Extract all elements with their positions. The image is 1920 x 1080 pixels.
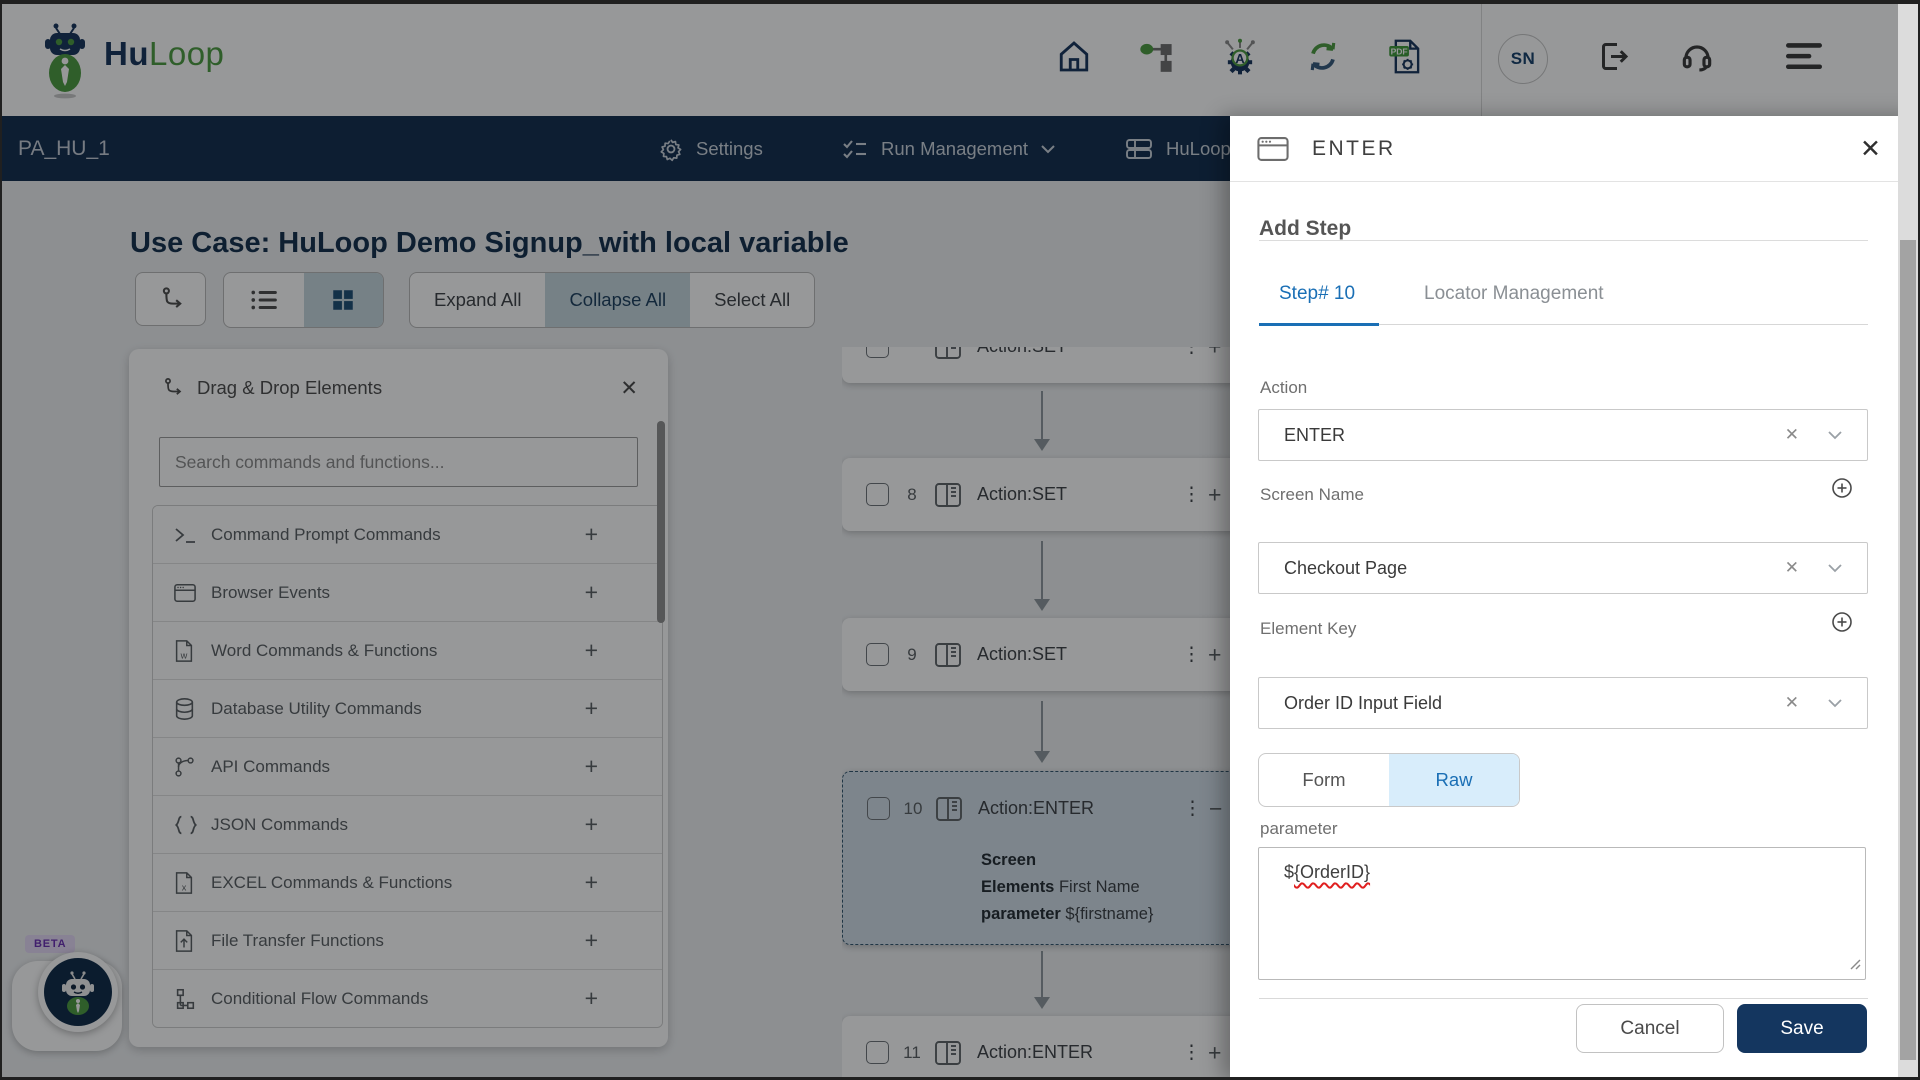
tab-step[interactable]: Step# 10 — [1273, 266, 1361, 322]
parameter-textarea[interactable]: ${OrderID} — [1258, 847, 1866, 980]
form-raw-toggle: Form Raw — [1258, 753, 1520, 807]
page-scrollbar — [1898, 0, 1918, 1080]
cancel-button[interactable]: Cancel — [1576, 1004, 1724, 1053]
footer-divider — [1259, 998, 1868, 999]
action-label: Action — [1260, 378, 1307, 398]
page-scrollbar-thumb[interactable] — [1900, 240, 1916, 1060]
element-key-select[interactable]: Order ID Input Field ✕ — [1258, 677, 1868, 729]
panel-tabs: Step# 10 Locator Management — [1259, 266, 1868, 325]
resize-handle-icon[interactable] — [1849, 954, 1861, 975]
action-select[interactable]: ENTER ✕ — [1258, 409, 1868, 461]
huloop-app: HuLoop — [0, 0, 1920, 1080]
form-mode-button[interactable]: Form — [1259, 754, 1389, 806]
window-border — [0, 0, 1920, 4]
screen-name-value: Checkout Page — [1284, 558, 1407, 579]
clear-icon[interactable]: ✕ — [1779, 424, 1805, 446]
screen-name-label: Screen Name — [1260, 485, 1364, 505]
active-tab-indicator — [1259, 323, 1379, 326]
close-icon[interactable]: ✕ — [1854, 133, 1887, 165]
raw-mode-button[interactable]: Raw — [1389, 754, 1519, 806]
element-key-value: Order ID Input Field — [1284, 693, 1442, 714]
chevron-down-icon[interactable] — [1827, 563, 1843, 573]
parameter-label: parameter — [1260, 819, 1337, 839]
clear-icon[interactable]: ✕ — [1779, 692, 1805, 714]
parameter-value: {OrderID} — [1294, 862, 1370, 882]
screen-name-select[interactable]: Checkout Page ✕ — [1258, 542, 1868, 594]
section-divider — [1259, 240, 1868, 241]
browser-window-icon — [1256, 134, 1290, 164]
panel-title: ENTER — [1312, 137, 1396, 161]
chevron-down-icon[interactable] — [1827, 698, 1843, 708]
add-screen-icon[interactable] — [1830, 476, 1854, 500]
element-key-label: Element Key — [1260, 619, 1356, 639]
step-editor-panel: ENTER ✕ Add Step Step# 10 Locator Manage… — [1230, 116, 1920, 1080]
save-button[interactable]: Save — [1737, 1004, 1867, 1053]
parameter-value-prefix: $ — [1284, 862, 1294, 882]
clear-icon[interactable]: ✕ — [1779, 557, 1805, 579]
tab-locator-management[interactable]: Locator Management — [1418, 266, 1610, 322]
panel-header: ENTER ✕ — [1230, 116, 1920, 182]
window-border — [0, 0, 2, 1080]
action-value: ENTER — [1284, 425, 1345, 446]
add-element-icon[interactable] — [1830, 610, 1854, 634]
chevron-down-icon[interactable] — [1827, 430, 1843, 440]
add-step-heading: Add Step — [1259, 217, 1351, 241]
